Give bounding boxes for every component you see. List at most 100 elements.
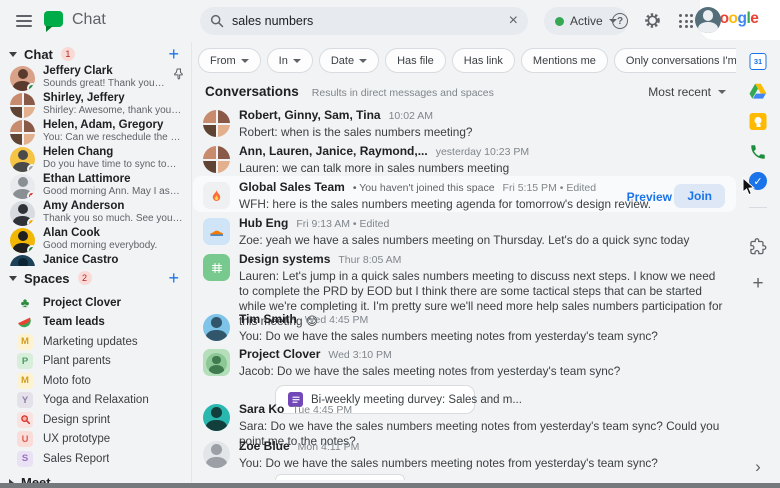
navigation-sidebar: Chat 1 + Jeffery ClarkSounds great! Than…: [0, 42, 192, 483]
chevron-down-icon: [293, 59, 301, 63]
filter-from-chip[interactable]: From: [198, 48, 261, 73]
main-menu-icon[interactable]: [16, 15, 32, 27]
keep-icon[interactable]: [750, 113, 767, 130]
space-name: Design sprint: [43, 414, 110, 426]
results-list: Robert, Ginny, Sam, Tina10:02 AM Robert:…: [193, 104, 736, 480]
avatar: [10, 147, 35, 172]
conversation-result[interactable]: Tim SmithWed 4:45 PM You: Do we have the…: [193, 308, 736, 343]
new-chat-button[interactable]: +: [168, 45, 179, 63]
space-list-item[interactable]: ♣ Project Clover: [0, 293, 191, 313]
away-status-icon: [27, 164, 35, 172]
conversation-result[interactable]: Ann, Lauren, Janice, Raymond,...yesterda…: [193, 140, 736, 176]
chat-list-item[interactable]: Ethan LattimoreGood morning Ann. May I a…: [0, 172, 191, 199]
chat-name: Ethan Lattimore: [43, 173, 183, 186]
filter-in-chip[interactable]: In: [267, 48, 313, 73]
conversation-result[interactable]: Zoe BlueMon 4:11 PM You: Do we have the …: [193, 435, 736, 480]
chat-list-item[interactable]: Amy AndersonThank you so much. See you t…: [0, 199, 191, 226]
result-name: Global Sales Team: [239, 180, 345, 195]
addons-puzzle-icon[interactable]: [750, 238, 767, 255]
letter-avatar: U: [17, 431, 33, 447]
chevron-down-icon: [241, 59, 249, 63]
conversation-result[interactable]: Sara KoTue 4:45 PM Sara: Do we have the …: [193, 398, 736, 435]
calendar-icon[interactable]: 31: [750, 53, 767, 70]
chevron-down-icon: [718, 90, 726, 94]
do-not-disturb-icon: [27, 191, 35, 199]
attachment-card-partial[interactable]: [275, 474, 405, 480]
spaces-section-header[interactable]: Spaces 2 +: [0, 268, 191, 288]
conversation-result-hovered[interactable]: Global Sales Team • You haven't joined th…: [193, 176, 736, 212]
filter-date-chip[interactable]: Date: [319, 48, 379, 73]
add-shortcut-icon[interactable]: +: [752, 274, 763, 293]
active-status-dot: [555, 17, 564, 26]
search-filter-chips: From In Date Has file Has link Mentions …: [198, 48, 736, 73]
fire-icon: [203, 182, 230, 209]
clear-search-icon[interactable]: ×: [509, 13, 518, 29]
collapse-spaces-icon[interactable]: [9, 276, 17, 281]
space-name: Yoga and Relaxation: [43, 394, 149, 406]
space-list-item[interactable]: U UX prototype: [0, 430, 191, 450]
space-list-item[interactable]: Team leads: [0, 313, 191, 333]
tasks-icon[interactable]: ✓: [749, 172, 767, 190]
chat-list-item[interactable]: Shirley, JefferyShirley: Awesome, thank …: [0, 91, 191, 118]
rail-divider: [749, 207, 767, 208]
top-header: Chat × Active ? Google: [0, 0, 780, 42]
help-icon[interactable]: ?: [612, 13, 628, 29]
result-time: Mon 4:11 PM: [298, 440, 360, 455]
avatar: [10, 174, 35, 199]
result-name: Ann, Lauren, Janice, Raymond,...: [239, 144, 428, 159]
app-title: Chat: [72, 11, 106, 29]
settings-gear-icon[interactable]: [644, 12, 661, 29]
result-name: Tim Smith: [239, 312, 297, 327]
space-list-item[interactable]: S Sales Report: [0, 449, 191, 469]
filter-mentions-me-chip[interactable]: Mentions me: [521, 48, 608, 73]
drive-icon[interactable]: [749, 83, 768, 100]
conversation-result[interactable]: Robert, Ginny, Sam, Tina10:02 AM Robert:…: [193, 104, 736, 140]
collapse-chat-icon[interactable]: [9, 52, 17, 57]
result-time: Wed 4:45 PM: [305, 313, 368, 328]
chat-section-header[interactable]: Chat 1 +: [0, 44, 191, 64]
preview-button[interactable]: Preview: [627, 190, 672, 204]
open-side-panel-icon[interactable]: ›: [755, 458, 761, 475]
grid-icon: [203, 254, 230, 281]
result-snippet: Robert: when is the sales numbers meetin…: [239, 125, 726, 140]
sort-selector[interactable]: Most recent: [648, 85, 726, 99]
search-bar[interactable]: ×: [200, 7, 528, 35]
chat-list-item[interactable]: Jeffery ClarkSounds great! Thank you so …: [0, 64, 191, 91]
conversation-result[interactable]: Hub EngFri 9:13 AM • Edited Zoe: yeah we…: [193, 212, 736, 248]
chat-preview: Shirley: Awesome, thank you for the...: [43, 105, 183, 117]
avatar: [203, 349, 230, 376]
meet-section-header[interactable]: Meet: [0, 473, 191, 484]
voice-icon[interactable]: [749, 143, 767, 161]
result-meta: • You haven't joined this space: [353, 181, 495, 196]
chat-list-item[interactable]: Janice Castro: [0, 253, 191, 266]
avatar: [203, 404, 230, 431]
account-avatar[interactable]: [695, 7, 721, 33]
result-time: 10:02 AM: [389, 109, 433, 124]
space-list-item[interactable]: M Marketing updates: [0, 332, 191, 352]
conversation-result[interactable]: Project CloverWed 3:10 PM Jacob: Do we h…: [193, 343, 736, 398]
space-list-item[interactable]: Design sprint: [0, 410, 191, 430]
search-icon: [210, 14, 224, 28]
search-input[interactable]: [232, 14, 501, 28]
chat-list-item[interactable]: Helen, Adam, GregoryYou: Can we reschedu…: [0, 118, 191, 145]
result-name: Zoe Blue: [239, 439, 290, 454]
chat-list-item[interactable]: Alan CookGood morning everybody.: [0, 226, 191, 253]
conversation-result[interactable]: Design systemsThur 8:05 AM Lauren: Let's…: [193, 248, 736, 308]
space-list-item[interactable]: M Moto foto: [0, 371, 191, 391]
chat-list-item[interactable]: Helen ChangDo you have time to sync tomo…: [0, 145, 191, 172]
avatar: [10, 228, 35, 253]
chat-name: Shirley, Jeffery: [43, 92, 183, 105]
filter-has-file-chip[interactable]: Has file: [385, 48, 446, 73]
filter-only-conversations-chip[interactable]: Only conversations I'm in: [614, 48, 736, 73]
space-list-item[interactable]: P Plant parents: [0, 352, 191, 372]
space-list-item[interactable]: Y Yoga and Relaxation: [0, 391, 191, 411]
google-apps-icon[interactable]: [679, 14, 693, 28]
new-space-button[interactable]: +: [168, 269, 179, 287]
chevron-down-icon: [359, 59, 367, 63]
space-name: Moto foto: [43, 375, 91, 387]
join-button[interactable]: Join: [674, 184, 725, 208]
sneaker-icon: [203, 218, 230, 245]
filter-has-link-chip[interactable]: Has link: [452, 48, 515, 73]
avatar: [10, 66, 35, 91]
space-name: UX prototype: [43, 433, 110, 445]
